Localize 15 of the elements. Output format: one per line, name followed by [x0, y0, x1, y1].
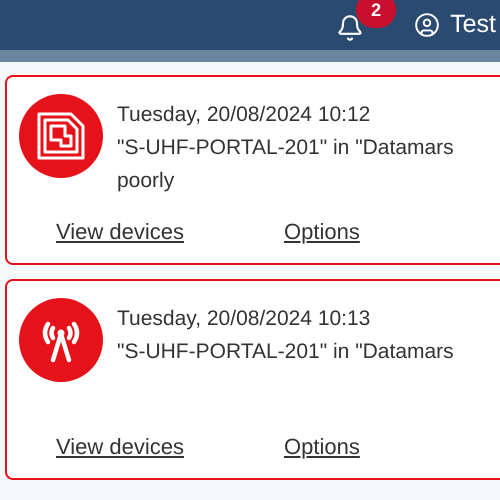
bell-icon[interactable]	[336, 14, 364, 42]
notification-timestamp: Tuesday, 20/08/2024 10:12	[117, 102, 372, 128]
user-name[interactable]: Test	[450, 6, 496, 44]
notification-badge: 2	[356, 0, 396, 28]
action-link[interactable]: View devices	[56, 217, 184, 247]
rfid-tag-icon	[19, 94, 103, 178]
antenna-icon	[19, 298, 103, 382]
notification-message: "S-UHF-PORTAL-201" in "Datamars	[117, 339, 454, 365]
notification-message: "S-UHF-PORTAL-201" in "Datamars	[117, 135, 454, 161]
action-link[interactable]: View devices	[56, 432, 184, 462]
user-icon[interactable]	[414, 12, 440, 38]
notification-message: poorly	[117, 168, 176, 194]
action-link[interactable]: Options	[284, 432, 360, 462]
action-link[interactable]: Options	[284, 217, 360, 247]
notification-timestamp: Tuesday, 20/08/2024 10:13	[117, 306, 372, 332]
